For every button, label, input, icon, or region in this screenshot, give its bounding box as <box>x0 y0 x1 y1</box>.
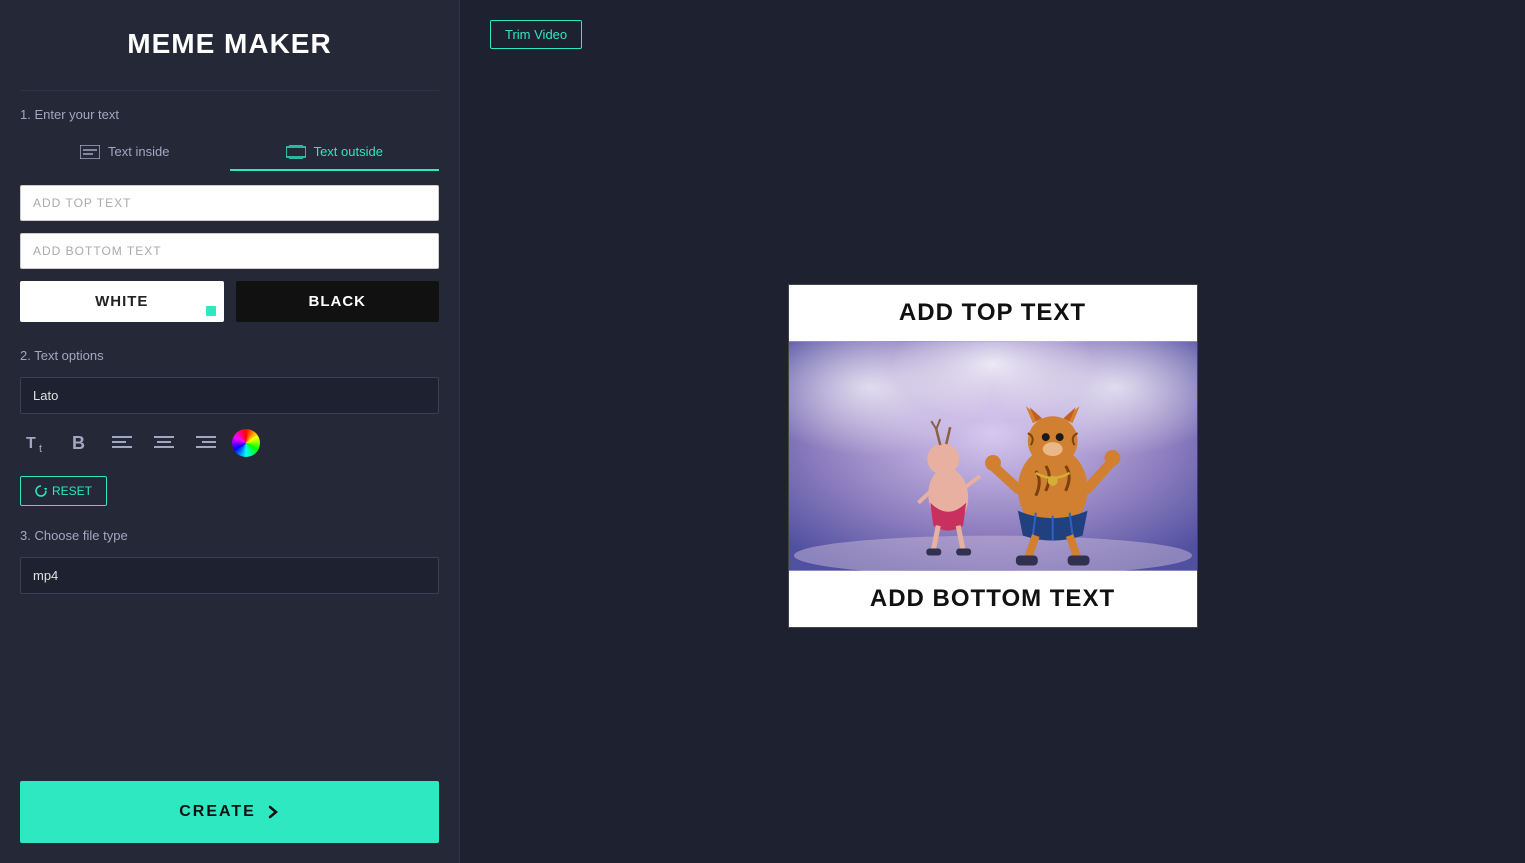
align-left-icon <box>112 435 132 451</box>
tab-outside-label: Text outside <box>314 144 383 159</box>
bold-icon: B <box>72 433 90 453</box>
reset-button[interactable]: RESET <box>20 476 107 506</box>
create-button[interactable]: CREATE <box>20 781 439 843</box>
white-color-button[interactable]: WHITE <box>20 281 224 322</box>
tab-text-inside[interactable]: Text inside <box>20 136 230 171</box>
font-select[interactable]: Lato <box>20 377 439 414</box>
section-file-type: 3. Choose file type mp4 gif jpg <box>20 528 439 594</box>
reset-icon <box>35 485 47 497</box>
create-label: CREATE <box>179 803 256 821</box>
section3-label: 3. Choose file type <box>20 528 439 543</box>
tab-inside-label: Text inside <box>108 144 169 159</box>
meme-top-text: ADD TOP TEXT <box>789 285 1197 341</box>
svg-text:T: T <box>26 435 36 452</box>
trim-video-button[interactable]: Trim Video <box>490 20 582 49</box>
tabs-row: Text inside Text outside <box>20 136 439 171</box>
meme-bottom-text: ADD BOTTOM TEXT <box>789 571 1197 627</box>
align-right-button[interactable] <box>190 431 222 455</box>
text-outside-icon <box>286 145 306 159</box>
right-panel: Trim Video ADD TOP TEXT <box>460 0 1525 863</box>
meme-preview: ADD TOP TEXT <box>788 284 1198 628</box>
left-panel: MEME MAKER 1. Enter your text Text insid… <box>0 0 460 863</box>
color-picker-button[interactable] <box>232 429 260 457</box>
color-buttons-row: WHITE BLACK <box>20 281 439 322</box>
text-format-row: T t B <box>20 428 439 458</box>
bottom-text-input[interactable] <box>20 233 439 269</box>
divider <box>20 90 439 91</box>
text-inside-icon <box>80 145 100 159</box>
preview-area: ADD TOP TEXT <box>490 69 1495 843</box>
file-type-select[interactable]: mp4 gif jpg <box>20 557 439 594</box>
section-text-options: 2. Text options Lato T t B <box>20 348 439 506</box>
chevron-right-icon <box>266 805 280 819</box>
svg-text:B: B <box>72 433 85 453</box>
align-center-icon <box>154 435 174 451</box>
section-text-entry: 1. Enter your text Text inside Text outs… <box>20 107 439 326</box>
create-btn-wrapper: CREATE <box>20 761 439 843</box>
reset-label: RESET <box>52 484 92 498</box>
black-color-button[interactable]: BLACK <box>236 281 440 322</box>
section2-label: 2. Text options <box>20 348 439 363</box>
section1-label: 1. Enter your text <box>20 107 439 122</box>
font-size-icon: T t <box>26 432 50 454</box>
font-size-button[interactable]: T t <box>20 428 56 458</box>
svg-text:t: t <box>39 443 42 454</box>
meme-image-area <box>789 341 1197 571</box>
app-title: MEME MAKER <box>20 0 439 84</box>
bold-button[interactable]: B <box>66 429 96 457</box>
meme-illustration <box>789 341 1197 571</box>
tab-text-outside[interactable]: Text outside <box>230 136 440 171</box>
align-left-button[interactable] <box>106 431 138 455</box>
align-center-button[interactable] <box>148 431 180 455</box>
top-text-input[interactable] <box>20 185 439 221</box>
align-right-icon <box>196 435 216 451</box>
